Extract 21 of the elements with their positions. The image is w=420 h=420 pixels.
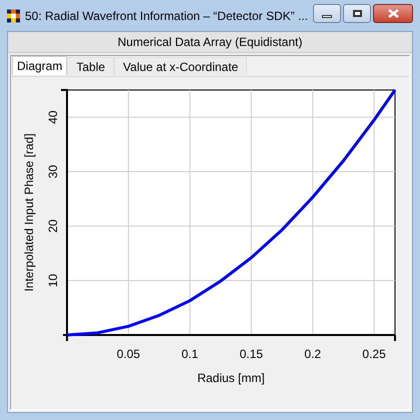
y-tick-label: 30: [46, 164, 60, 178]
minimize-button[interactable]: [313, 4, 341, 23]
x-tick-label: 0.15: [240, 347, 263, 361]
tab[interactable]: Table: [67, 57, 114, 75]
maximize-button[interactable]: [343, 4, 371, 23]
x-tick-label: 0.05: [116, 347, 140, 361]
close-icon: [388, 9, 398, 18]
window-title: 50: Radial Wavefront Information – “Detector SDK” ...: [24, 8, 308, 24]
tab[interactable]: Diagram: [12, 56, 68, 75]
app-icon: [7, 8, 20, 24]
y-tick-label: 40: [46, 110, 60, 124]
x-tick-label: 0.25: [362, 347, 386, 361]
x-tick-label: 0.2: [304, 347, 322, 361]
tab[interactable]: Value at x-Coordinate: [114, 57, 248, 75]
x-axis-label: Radius [mm]: [197, 371, 265, 385]
close-button[interactable]: [373, 4, 413, 23]
y-tick-label: 10: [46, 274, 60, 288]
panel-header: Numerical Data Array (Equidistant): [8, 32, 412, 53]
x-tick-label: 0.1: [182, 347, 198, 361]
y-tick-label: 20: [46, 219, 60, 233]
y-axis-label: Interpolated Input Phase [rad]: [22, 133, 36, 292]
